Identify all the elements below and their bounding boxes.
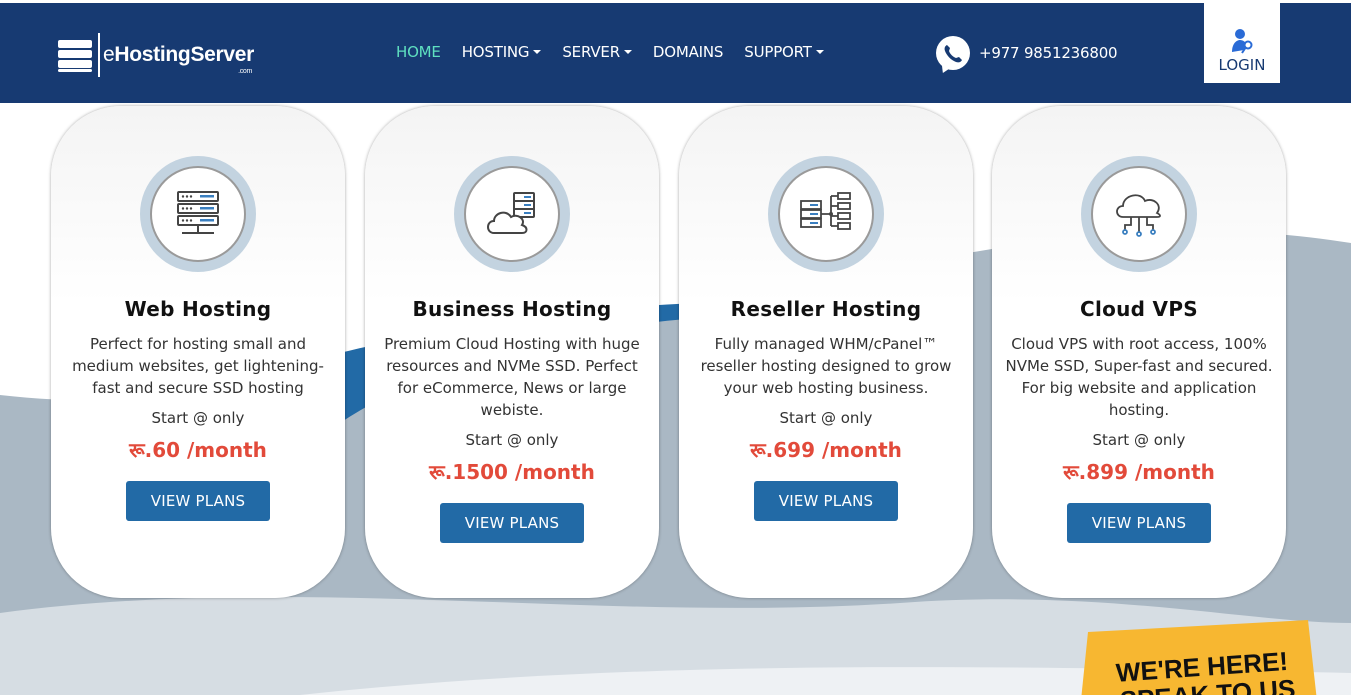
server-rack-icon — [177, 191, 219, 234]
card-description: Perfect for hosting small and medium web… — [72, 335, 324, 397]
chevron-down-icon — [623, 50, 632, 54]
server-logo-icon — [56, 36, 94, 74]
nav-support[interactable]: SUPPORT — [744, 43, 824, 61]
nav-home[interactable]: HOME — [396, 43, 441, 61]
phone-contact[interactable]: +977 9851236800 — [936, 36, 1118, 70]
card-start-label: Start @ only — [151, 409, 245, 427]
card-start-label: Start @ only — [465, 431, 559, 449]
cloud-server-icon — [487, 192, 535, 234]
card-description: Premium Cloud Hosting with huge resource… — [384, 335, 640, 419]
plan-card-cloud-vps: Cloud VPS Cloud VPS with root access, 10… — [992, 106, 1286, 598]
card-start-label: Start @ only — [1092, 431, 1186, 449]
site-logo[interactable]: eHostingServer .com — [56, 33, 256, 77]
card-title: Business Hosting — [412, 297, 612, 321]
view-plans-button[interactable]: VIEW PLANS — [1067, 503, 1211, 543]
site-header: eHostingServer .com HOME HOSTING SERVER … — [0, 3, 1351, 103]
phone-number: +977 9851236800 — [979, 44, 1118, 62]
chevron-down-icon — [815, 50, 824, 54]
card-title: Web Hosting — [124, 297, 272, 321]
view-plans-button[interactable]: VIEW PLANS — [126, 481, 270, 521]
user-key-icon — [1232, 29, 1253, 54]
cloud-network-icon — [1116, 194, 1161, 237]
card-description: Fully managed WHM/cPanel™ reseller hosti… — [700, 335, 952, 397]
card-description: Cloud VPS with root access, 100% NVMe SS… — [1005, 335, 1273, 419]
plan-card-business-hosting: Business Hosting Premium Cloud Hosting w… — [365, 106, 659, 598]
nav-hosting[interactable]: HOSTING — [462, 43, 542, 61]
card-price: रू.1500 /month — [429, 460, 595, 484]
chat-badge[interactable]: WE'RE HERE! SPEAK TO US — [1080, 620, 1320, 695]
logo-suffix: .com — [238, 68, 253, 75]
card-price: रू.899 /month — [1063, 460, 1215, 484]
whatsapp-phone-icon — [936, 36, 970, 70]
card-title: Cloud VPS — [1079, 297, 1199, 321]
plan-card-web-hosting: Web Hosting Perfect for hosting small an… — [51, 106, 345, 598]
plan-card-reseller-hosting: Reseller Hosting Fully managed WHM/cPane… — [679, 106, 973, 598]
login-label: LOGIN — [1218, 56, 1266, 74]
view-plans-button[interactable]: VIEW PLANS — [440, 503, 584, 543]
chevron-down-icon — [533, 50, 542, 54]
logo-text: eHostingServer .com — [103, 43, 255, 75]
card-price: रू.60 /month — [129, 438, 267, 462]
login-button[interactable]: LOGIN — [1204, 3, 1280, 83]
view-plans-button[interactable]: VIEW PLANS — [754, 481, 898, 521]
card-title: Reseller Hosting — [730, 297, 922, 321]
nav-server[interactable]: SERVER — [562, 43, 632, 61]
reseller-network-icon — [800, 192, 851, 230]
nav-domains[interactable]: DOMAINS — [653, 43, 724, 61]
card-start-label: Start @ only — [779, 409, 873, 427]
card-price: रू.699 /month — [750, 438, 902, 462]
main-nav: HOME HOSTING SERVER DOMAINS SUPPORT — [396, 43, 845, 61]
